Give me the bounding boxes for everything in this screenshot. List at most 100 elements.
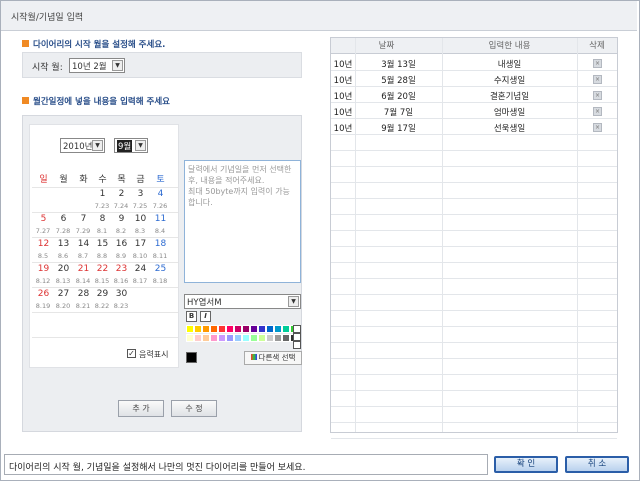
calendar-day[interactable]: 11	[151, 214, 170, 224]
color-swatch[interactable]	[258, 334, 266, 342]
table-col-line	[577, 38, 578, 432]
recent-color-swatch[interactable]	[293, 341, 301, 349]
color-swatch[interactable]	[242, 334, 250, 342]
chevron-down-icon: ▼	[112, 60, 123, 71]
calendar-day[interactable]: 25	[151, 264, 170, 274]
row-content: 수지생일	[493, 76, 526, 86]
calendar-day[interactable]: 14	[74, 239, 93, 249]
calendar-day[interactable]: 13	[54, 239, 73, 249]
delete-icon[interactable]: ×	[593, 107, 602, 116]
col-header-date: 날짜	[331, 38, 442, 54]
color-swatch[interactable]	[202, 334, 210, 342]
delete-icon[interactable]: ×	[593, 123, 602, 132]
color-swatch[interactable]	[186, 325, 194, 333]
more-colors-button[interactable]: 다른색 선택	[244, 351, 302, 365]
calendar-day[interactable]: 18	[151, 239, 170, 249]
calendar-day[interactable]: 16	[112, 239, 131, 249]
calendar-day[interactable]: 5	[34, 214, 53, 224]
color-swatch[interactable]	[218, 325, 226, 333]
calendar-day[interactable]: 15	[93, 239, 112, 249]
calendar-day[interactable]: 7	[74, 214, 93, 224]
delete-icon[interactable]: ×	[593, 59, 602, 68]
year-select[interactable]: 2010년 ▼	[60, 138, 105, 153]
calendar-day[interactable]: 30	[112, 289, 131, 299]
color-swatch[interactable]	[194, 325, 202, 333]
calendar-day[interactable]: 4	[151, 189, 170, 199]
add-button[interactable]: 추 가	[118, 400, 164, 417]
color-swatch[interactable]	[274, 334, 282, 342]
color-swatch[interactable]	[250, 334, 258, 342]
calendar-day[interactable]: 6	[54, 214, 73, 224]
color-swatch[interactable]	[234, 334, 242, 342]
color-swatch[interactable]	[202, 325, 210, 333]
calendar-day[interactable]: 10	[131, 214, 150, 224]
calendar-day[interactable]: 24	[131, 264, 150, 274]
color-swatch[interactable]	[186, 334, 194, 342]
weekday-header: 토	[156, 175, 165, 185]
memo-section-heading: 월간일정에 넣을 내용을 입력해 주세요	[22, 95, 170, 107]
table-row-line	[331, 86, 617, 87]
delete-icon[interactable]: ×	[593, 75, 602, 84]
color-swatch[interactable]	[266, 325, 274, 333]
cancel-button[interactable]: 취 소	[565, 456, 629, 473]
title-bar: 시작월/기념일 입력	[1, 1, 637, 31]
month-select[interactable]: 9월 ▼	[114, 138, 148, 153]
calendar-day[interactable]: 17	[131, 239, 150, 249]
color-swatch[interactable]	[210, 334, 218, 342]
calendar-day[interactable]: 20	[54, 264, 73, 274]
calendar-gridline	[32, 337, 178, 338]
color-swatch[interactable]	[234, 325, 242, 333]
calendar-day[interactable]: 23	[112, 264, 131, 274]
calendar-day[interactable]: 26	[34, 289, 53, 299]
color-swatch[interactable]	[274, 325, 282, 333]
calendar-day[interactable]: 3	[131, 189, 150, 199]
bold-button[interactable]: B	[186, 311, 197, 322]
chevron-down-icon: ▼	[92, 140, 103, 151]
lunar-date: 8.7	[77, 252, 89, 260]
calendar-day[interactable]: 28	[74, 289, 93, 299]
font-select[interactable]: HY엽서M ▼	[184, 294, 301, 309]
color-swatch[interactable]	[242, 325, 250, 333]
row-year: 10년	[333, 108, 353, 118]
edit-button[interactable]: 수 정	[171, 400, 217, 417]
color-swatch[interactable]	[282, 325, 290, 333]
calendar-gridline	[32, 212, 178, 213]
weekday-header: 일	[39, 175, 48, 185]
recent-color-swatch[interactable]	[293, 325, 301, 333]
color-swatch[interactable]	[226, 325, 234, 333]
row-date: 6월 20일	[381, 92, 416, 102]
row-content: 결혼기념일	[489, 92, 530, 102]
current-color-swatch[interactable]	[186, 352, 197, 363]
lunar-date: 7.28	[55, 227, 71, 235]
color-swatch[interactable]	[250, 325, 258, 333]
color-swatch[interactable]	[266, 334, 274, 342]
weekday-header: 월	[59, 175, 68, 185]
memo-textarea[interactable]: 달력에서 기념일을 먼저 선택한 후, 내용을 적어주세요. 최대 50byte…	[184, 160, 301, 283]
calendar-day[interactable]: 12	[34, 239, 53, 249]
color-swatch[interactable]	[226, 334, 234, 342]
lunar-date: 7.29	[75, 227, 91, 235]
color-swatch[interactable]	[282, 334, 290, 342]
color-swatch[interactable]	[218, 334, 226, 342]
calendar-day[interactable]: 8	[93, 214, 112, 224]
recent-color-swatch[interactable]	[293, 333, 301, 341]
start-section-heading: 다이어리의 시작 월을 설정해 주세요.	[22, 38, 165, 50]
lunar-date: 8.17	[132, 277, 148, 285]
ok-button[interactable]: 확 인	[494, 456, 558, 473]
calendar-day[interactable]: 19	[34, 264, 53, 274]
calendar-day[interactable]: 29	[93, 289, 112, 299]
lunar-checkbox[interactable]: ✓	[127, 349, 136, 358]
color-swatch[interactable]	[210, 325, 218, 333]
color-swatch[interactable]	[258, 325, 266, 333]
calendar-day[interactable]: 22	[93, 264, 112, 274]
calendar-day[interactable]: 9	[112, 214, 131, 224]
calendar-day[interactable]: 27	[54, 289, 73, 299]
color-swatch[interactable]	[194, 334, 202, 342]
calendar-day[interactable]: 1	[93, 189, 112, 199]
row-year: 10년	[333, 60, 353, 70]
calendar-day[interactable]: 2	[112, 189, 131, 199]
calendar-day[interactable]: 21	[74, 264, 93, 274]
italic-button[interactable]: I	[200, 311, 211, 322]
start-month-select[interactable]: 10년 2월 ▼	[69, 58, 125, 73]
delete-icon[interactable]: ×	[593, 91, 602, 100]
